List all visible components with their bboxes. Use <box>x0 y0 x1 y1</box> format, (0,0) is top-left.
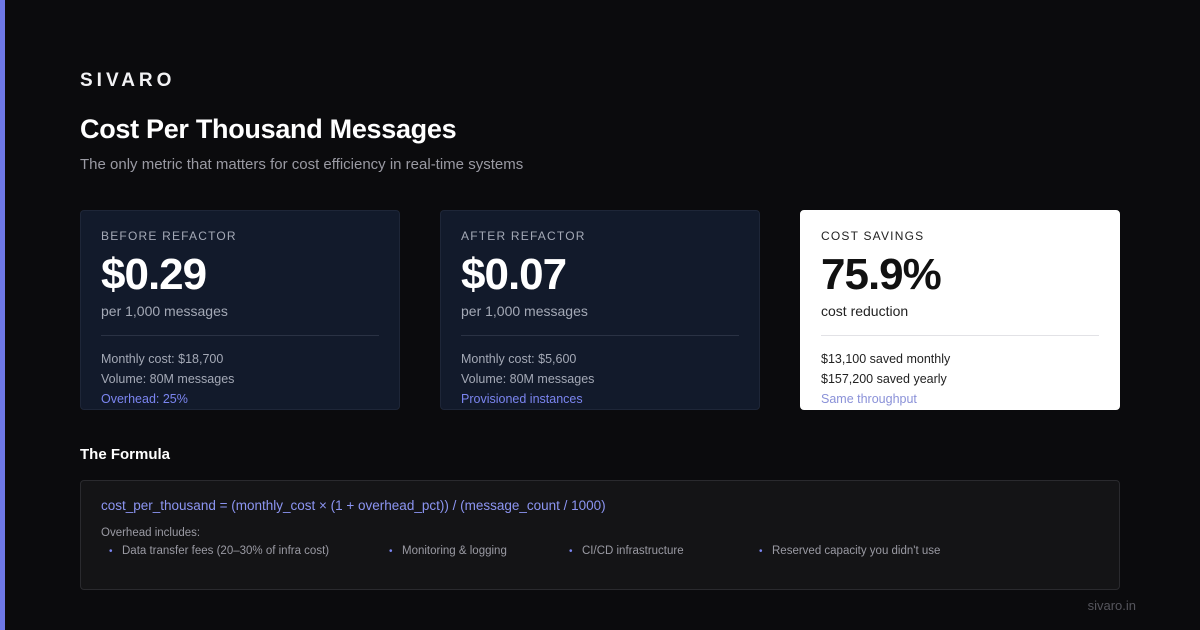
card-detail-line: Monthly cost: $5,600 <box>461 352 577 366</box>
card-unit: per 1,000 messages <box>101 303 228 319</box>
page-subtitle: The only metric that matters for cost ef… <box>80 156 524 173</box>
card-highlight: Overhead: 25% <box>101 392 188 406</box>
card-detail-line: $157,200 saved yearly <box>821 372 947 386</box>
card-divider <box>821 335 1099 336</box>
footer-url: sivaro.in <box>1087 598 1136 613</box>
overhead-list: • Data transfer fees (20–30% of infra cos… <box>101 545 1099 565</box>
card-label: BEFORE REFACTOR <box>101 229 237 243</box>
formula-box: cost_per_thousand = (monthly_cost × (1 +… <box>80 480 1120 590</box>
bullet-icon: • <box>109 546 113 557</box>
overhead-item-label: Monitoring & logging <box>402 545 507 557</box>
card-highlight: Provisioned instances <box>461 392 583 406</box>
after-refactor-card: AFTER REFACTOR $0.07 per 1,000 messages … <box>440 210 760 410</box>
bullet-icon: • <box>389 546 393 557</box>
card-detail-line: Volume: 80M messages <box>461 372 595 386</box>
bullet-icon: • <box>569 546 573 557</box>
overhead-item-label: Reserved capacity you didn't use <box>772 545 941 557</box>
formula-text: cost_per_thousand = (monthly_cost × (1 +… <box>101 498 606 513</box>
card-details: $13,100 saved monthly $157,200 saved yea… <box>821 349 1099 409</box>
page-title: Cost Per Thousand Messages <box>80 114 457 144</box>
card-details: Monthly cost: $5,600 Volume: 80M message… <box>461 349 739 409</box>
overhead-title: Overhead includes: <box>101 527 201 539</box>
overhead-item-label: CI/CD infrastructure <box>582 545 684 557</box>
overhead-list-item: • Monitoring & logging <box>389 545 507 557</box>
card-divider <box>461 335 739 336</box>
card-divider <box>101 335 379 336</box>
card-highlight: Same throughput <box>821 392 917 406</box>
before-refactor-card: BEFORE REFACTOR $0.29 per 1,000 messages… <box>80 210 400 410</box>
card-unit: cost reduction <box>821 303 909 319</box>
card-label: COST SAVINGS <box>821 229 925 243</box>
card-unit: per 1,000 messages <box>461 303 588 319</box>
card-value: 75.9% <box>821 250 942 299</box>
card-detail-line: Volume: 80M messages <box>101 372 235 386</box>
card-label: AFTER REFACTOR <box>461 229 586 243</box>
accent-bar <box>0 0 5 630</box>
overhead-item-label: Data transfer fees (20–30% of infra cost… <box>122 545 330 557</box>
overhead-list-item: • CI/CD infrastructure <box>569 545 684 557</box>
brand-logo: SIVARO <box>80 70 176 91</box>
overhead-list-item: • Reserved capacity you didn't use <box>759 545 940 557</box>
bullet-icon: • <box>759 546 763 557</box>
card-detail-line: $13,100 saved monthly <box>821 352 951 366</box>
cost-savings-card: COST SAVINGS 75.9% cost reduction $13,10… <box>800 210 1120 410</box>
card-value: $0.07 <box>461 250 567 299</box>
card-details: Monthly cost: $18,700 Volume: 80M messag… <box>101 349 379 409</box>
overhead-list-item: • Data transfer fees (20–30% of infra cos… <box>109 545 329 557</box>
card-value: $0.29 <box>101 250 207 299</box>
formula-section-title: The Formula <box>80 446 171 463</box>
card-detail-line: Monthly cost: $18,700 <box>101 352 224 366</box>
